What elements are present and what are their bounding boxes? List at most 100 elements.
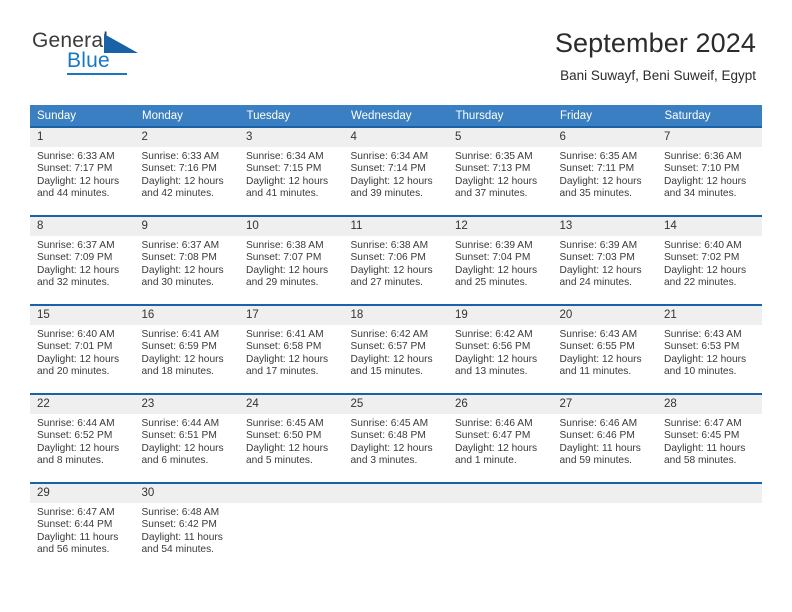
calendar-day[interactable]: 30 Sunrise: 6:48 AM Sunset: 6:42 PM Dayligh… bbox=[134, 482, 239, 572]
calendar-day[interactable]: 14 Sunrise: 6:40 AM Sunset: 7:02 PM Dayligh… bbox=[657, 215, 762, 304]
calendar-day[interactable]: 7 Sunrise: 6:36 AM Sunset: 7:10 PM Daylight… bbox=[657, 126, 762, 215]
calendar-day-cell[interactable] bbox=[239, 482, 344, 572]
sunrise-time: Sunrise: 6:44 AM bbox=[141, 418, 220, 429]
sunset-time: Sunset: 7:11 PM bbox=[559, 163, 635, 175]
calendar-day-cell[interactable]: 2 Sunrise: 6:33 AM Sunset: 7:16 PM Daylight… bbox=[134, 126, 239, 215]
daylight-duration-line1: Daylight: 12 hours bbox=[350, 264, 433, 276]
calendar-day-cell[interactable]: 6 Sunrise: 6:35 AM Sunset: 7:11 PM Daylight… bbox=[552, 126, 657, 215]
calendar-day-cell[interactable]: 13 Sunrise: 6:39 AM Sunset: 7:03 PM Dayligh… bbox=[552, 215, 657, 304]
calendar-day[interactable]: 29 Sunrise: 6:47 AM Sunset: 6:44 PM Dayligh… bbox=[30, 482, 135, 572]
daylight-duration-line1: Daylight: 12 hours bbox=[246, 175, 329, 187]
day-number: 29 bbox=[30, 484, 135, 503]
calendar-day-cell[interactable]: 24 Sunrise: 6:45 AM Sunset: 6:50 PM Dayligh… bbox=[239, 393, 344, 482]
calendar-day[interactable]: 6 Sunrise: 6:35 AM Sunset: 7:11 PM Daylight… bbox=[552, 126, 657, 215]
calendar-day-cell[interactable]: 23 Sunrise: 6:44 AM Sunset: 6:51 PM Dayligh… bbox=[134, 393, 239, 482]
daylight-duration-line2: and 29 minutes. bbox=[246, 277, 319, 289]
calendar-day[interactable]: 25 Sunrise: 6:45 AM Sunset: 6:48 PM Dayligh… bbox=[343, 393, 448, 482]
daylight-duration-line1: Daylight: 12 hours bbox=[37, 175, 120, 187]
calendar-day-empty bbox=[448, 482, 553, 572]
calendar-day-cell[interactable]: 3 Sunrise: 6:34 AM Sunset: 7:15 PM Daylight… bbox=[239, 126, 344, 215]
calendar-day-cell[interactable]: 19 Sunrise: 6:42 AM Sunset: 6:56 PM Dayligh… bbox=[448, 304, 553, 393]
calendar-day[interactable]: 16 Sunrise: 6:41 AM Sunset: 6:59 PM Dayligh… bbox=[134, 304, 239, 393]
calendar-day-cell[interactable]: 12 Sunrise: 6:39 AM Sunset: 7:04 PM Dayligh… bbox=[448, 215, 553, 304]
calendar-day-cell[interactable]: 9 Sunrise: 6:37 AM Sunset: 7:08 PM Daylight… bbox=[134, 215, 239, 304]
calendar-day-cell[interactable]: 26 Sunrise: 6:46 AM Sunset: 6:47 PM Dayligh… bbox=[448, 393, 553, 482]
calendar-day[interactable]: 28 Sunrise: 6:47 AM Sunset: 6:45 PM Dayligh… bbox=[657, 393, 762, 482]
calendar-day-cell[interactable]: 20 Sunrise: 6:43 AM Sunset: 6:55 PM Dayligh… bbox=[552, 304, 657, 393]
calendar-day[interactable]: 26 Sunrise: 6:46 AM Sunset: 6:47 PM Dayligh… bbox=[448, 393, 553, 482]
calendar-day-cell[interactable]: 1 Sunrise: 6:33 AM Sunset: 7:17 PM Daylight… bbox=[30, 126, 135, 215]
calendar-day-cell[interactable] bbox=[657, 482, 762, 572]
calendar-day-cell[interactable]: 17 Sunrise: 6:41 AM Sunset: 6:58 PM Dayligh… bbox=[239, 304, 344, 393]
day-number: 23 bbox=[134, 395, 239, 414]
calendar-day[interactable]: 1 Sunrise: 6:33 AM Sunset: 7:17 PM Daylight… bbox=[30, 126, 135, 215]
sunrise-time: Sunrise: 6:38 AM bbox=[246, 240, 324, 251]
calendar-day[interactable]: 11 Sunrise: 6:38 AM Sunset: 7:06 PM Dayligh… bbox=[343, 215, 448, 304]
calendar-day-cell[interactable]: 29 Sunrise: 6:47 AM Sunset: 6:44 PM Dayligh… bbox=[30, 482, 135, 572]
calendar-day[interactable]: 4 Sunrise: 6:34 AM Sunset: 7:14 PM Daylight… bbox=[343, 126, 448, 215]
calendar-day-cell[interactable]: 25 Sunrise: 6:45 AM Sunset: 6:48 PM Dayligh… bbox=[343, 393, 448, 482]
calendar-day[interactable]: 23 Sunrise: 6:44 AM Sunset: 6:51 PM Dayligh… bbox=[134, 393, 239, 482]
calendar-day[interactable]: 24 Sunrise: 6:45 AM Sunset: 6:50 PM Dayligh… bbox=[239, 393, 344, 482]
calendar-day[interactable]: 5 Sunrise: 6:35 AM Sunset: 7:13 PM Daylight… bbox=[448, 126, 553, 215]
daylight-duration-line2: and 5 minutes. bbox=[246, 455, 313, 467]
daylight-duration-line1: Daylight: 12 hours bbox=[350, 175, 433, 187]
calendar-day[interactable]: 21 Sunrise: 6:43 AM Sunset: 6:53 PM Dayligh… bbox=[657, 304, 762, 393]
calendar-day-cell[interactable]: 16 Sunrise: 6:41 AM Sunset: 6:59 PM Dayligh… bbox=[134, 304, 239, 393]
day-number: 13 bbox=[552, 217, 657, 236]
daylight-duration-line2: and 41 minutes. bbox=[246, 188, 319, 200]
calendar-day[interactable]: 9 Sunrise: 6:37 AM Sunset: 7:08 PM Daylight… bbox=[134, 215, 239, 304]
calendar-day[interactable]: 13 Sunrise: 6:39 AM Sunset: 7:03 PM Dayligh… bbox=[552, 215, 657, 304]
daylight-duration-line1: Daylight: 12 hours bbox=[455, 264, 538, 276]
daylight-duration-line2: and 30 minutes. bbox=[141, 277, 215, 289]
day-details: Sunrise: 6:33 AM Sunset: 7:17 PM Daylight:… bbox=[30, 147, 135, 201]
calendar-day-cell[interactable]: 21 Sunrise: 6:43 AM Sunset: 6:53 PM Dayligh… bbox=[657, 304, 762, 393]
calendar-day-cell[interactable]: 28 Sunrise: 6:47 AM Sunset: 6:45 PM Dayligh… bbox=[657, 393, 762, 482]
day-number bbox=[239, 484, 344, 503]
calendar-day[interactable]: 8 Sunrise: 6:37 AM Sunset: 7:09 PM Daylight… bbox=[30, 215, 135, 304]
calendar-day[interactable]: 10 Sunrise: 6:38 AM Sunset: 7:07 PM Dayligh… bbox=[239, 215, 344, 304]
day-number: 6 bbox=[552, 128, 657, 147]
calendar-day-cell[interactable]: 14 Sunrise: 6:40 AM Sunset: 7:02 PM Dayligh… bbox=[657, 215, 762, 304]
calendar-day[interactable]: 2 Sunrise: 6:33 AM Sunset: 7:16 PM Daylight… bbox=[134, 126, 239, 215]
sunset-time: Sunset: 7:13 PM bbox=[455, 163, 531, 175]
calendar-day[interactable]: 3 Sunrise: 6:34 AM Sunset: 7:15 PM Daylight… bbox=[239, 126, 344, 215]
calendar-day-cell[interactable]: 30 Sunrise: 6:48 AM Sunset: 6:42 PM Dayligh… bbox=[134, 482, 239, 572]
calendar-day[interactable]: 19 Sunrise: 6:42 AM Sunset: 6:56 PM Dayligh… bbox=[448, 304, 553, 393]
generalblue-logo[interactable]: General Blue bbox=[32, 30, 152, 78]
calendar-day-cell[interactable]: 18 Sunrise: 6:42 AM Sunset: 6:57 PM Dayligh… bbox=[343, 304, 449, 393]
sunrise-time: Sunrise: 6:48 AM bbox=[141, 507, 220, 518]
calendar-day-cell[interactable] bbox=[448, 482, 553, 572]
day-details: Sunrise: 6:42 AM Sunset: 6:57 PM Daylight:… bbox=[344, 325, 449, 379]
daylight-duration-line1: Daylight: 12 hours bbox=[141, 175, 224, 187]
logo-underline bbox=[67, 73, 127, 75]
calendar-day[interactable]: 20 Sunrise: 6:43 AM Sunset: 6:55 PM Dayligh… bbox=[552, 304, 657, 393]
calendar-day-cell[interactable]: 4 Sunrise: 6:34 AM Sunset: 7:14 PM Daylight… bbox=[343, 126, 448, 215]
daylight-duration-line1: Daylight: 12 hours bbox=[37, 353, 120, 365]
calendar-day[interactable]: 22 Sunrise: 6:44 AM Sunset: 6:52 PM Dayligh… bbox=[30, 393, 135, 482]
calendar-day-cell[interactable]: 22 Sunrise: 6:44 AM Sunset: 6:52 PM Dayligh… bbox=[30, 393, 135, 482]
calendar-day-cell[interactable]: 10 Sunrise: 6:38 AM Sunset: 7:07 PM Dayligh… bbox=[239, 215, 344, 304]
calendar-day-cell[interactable]: 15 Sunrise: 6:40 AM Sunset: 7:01 PM Dayligh… bbox=[30, 304, 135, 393]
calendar-day[interactable]: 27 Sunrise: 6:46 AM Sunset: 6:46 PM Dayligh… bbox=[552, 393, 657, 482]
calendar-day-cell[interactable] bbox=[552, 482, 657, 572]
sunrise-time: Sunrise: 6:43 AM bbox=[559, 329, 638, 340]
calendar-day-empty bbox=[343, 482, 448, 572]
calendar-day-cell[interactable]: 5 Sunrise: 6:35 AM Sunset: 7:13 PM Daylight… bbox=[448, 126, 553, 215]
calendar-day-cell[interactable]: 27 Sunrise: 6:46 AM Sunset: 6:46 PM Dayligh… bbox=[552, 393, 657, 482]
sunset-time: Sunset: 7:14 PM bbox=[350, 163, 426, 175]
calendar-day[interactable]: 17 Sunrise: 6:41 AM Sunset: 6:58 PM Dayligh… bbox=[239, 304, 344, 393]
calendar-day[interactable]: 12 Sunrise: 6:39 AM Sunset: 7:04 PM Dayligh… bbox=[448, 215, 553, 304]
calendar-page: General Blue September 2024 Bani Suwayf,… bbox=[0, 0, 792, 612]
calendar-day-cell[interactable]: 7 Sunrise: 6:36 AM Sunset: 7:10 PM Daylight… bbox=[657, 126, 762, 215]
calendar-day-cell[interactable]: 8 Sunrise: 6:37 AM Sunset: 7:09 PM Daylight… bbox=[30, 215, 135, 304]
sunset-time: Sunset: 7:04 PM bbox=[455, 252, 531, 264]
sunset-time: Sunset: 7:06 PM bbox=[350, 252, 426, 264]
day-number: 16 bbox=[134, 306, 239, 325]
day-number: 1 bbox=[30, 128, 135, 147]
logo-text-blue: Blue bbox=[67, 49, 110, 72]
calendar-day-cell[interactable] bbox=[343, 482, 448, 572]
calendar-day-cell[interactable]: 11 Sunrise: 6:38 AM Sunset: 7:06 PM Dayligh… bbox=[343, 215, 448, 304]
calendar-day[interactable]: 15 Sunrise: 6:40 AM Sunset: 7:01 PM Dayligh… bbox=[30, 304, 135, 393]
calendar-day[interactable]: 18 Sunrise: 6:42 AM Sunset: 6:57 PM Dayligh… bbox=[343, 304, 449, 393]
